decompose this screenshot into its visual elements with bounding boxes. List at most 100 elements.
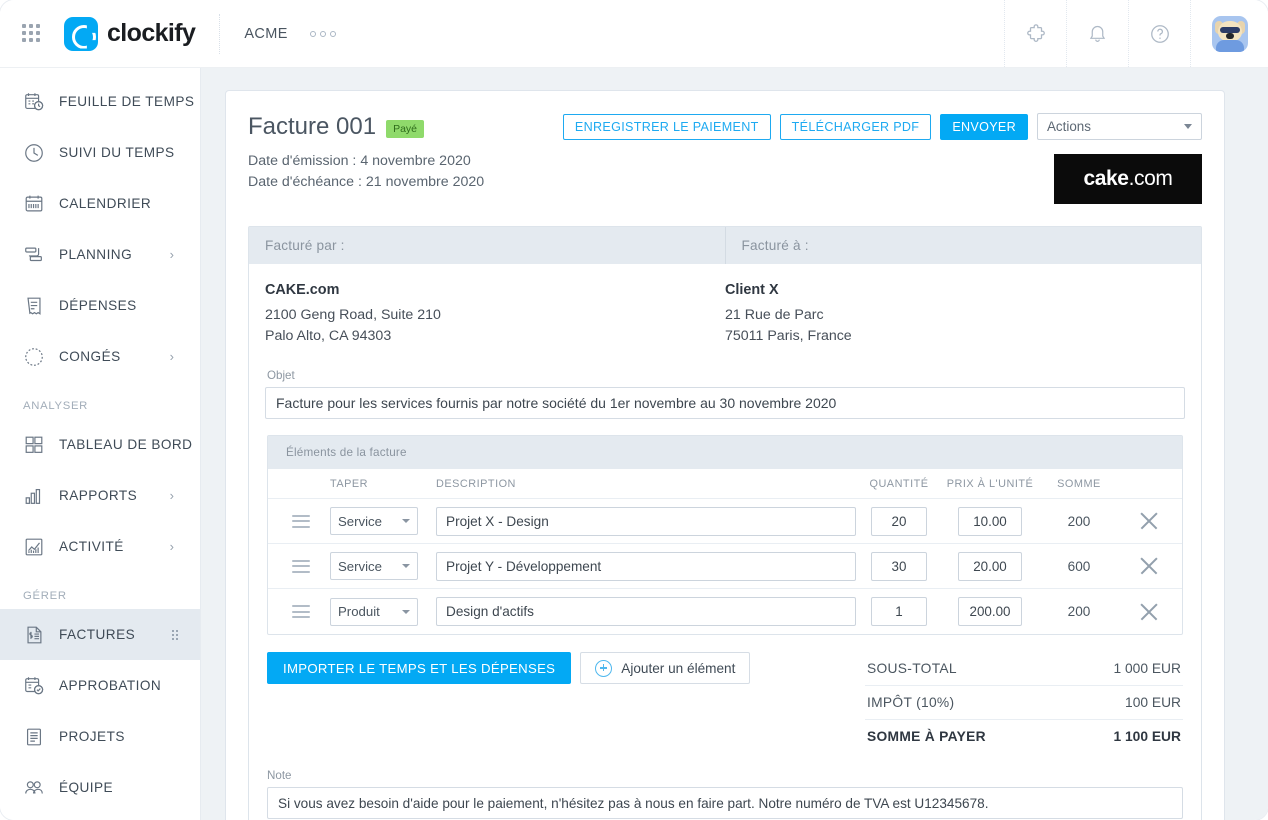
sidebar-item-label: APPROBATION (59, 678, 161, 693)
top-bar: clockify ACME (0, 0, 1268, 68)
billed-to-line2: 75011 Paris, France (725, 326, 1185, 347)
row-type-select[interactable]: Service (330, 552, 418, 580)
approval-icon (23, 675, 45, 697)
user-avatar (1212, 16, 1248, 52)
download-pdf-button[interactable]: TÉLÉCHARGER PDF (780, 114, 932, 140)
row-amount: 600 (1038, 559, 1120, 574)
clockify-logo-mark (64, 17, 98, 51)
sidebar-item-feuille-de-temps[interactable]: FEUILLE DE TEMPS (0, 76, 200, 127)
sidebar-item-label: RAPPORTS (59, 488, 137, 503)
puzzle-icon[interactable] (1004, 0, 1066, 67)
row-type-select[interactable]: Produit (330, 598, 418, 626)
billed-to-line1: 21 Rue de Parc (725, 305, 1185, 326)
subtotal-value: 1 000 EUR (1114, 661, 1182, 676)
billed-by-block[interactable]: CAKE.com 2100 Geng Road, Suite 210 Palo … (265, 282, 725, 347)
row-drag-handle-icon[interactable] (292, 515, 310, 528)
row-unit-price-input[interactable]: 200.00 (958, 597, 1022, 626)
import-time-expenses-button[interactable]: IMPORTER LE TEMPS ET LES DÉPENSES (267, 652, 571, 684)
sidebar-item-activite[interactable]: ACTIVITÉ › (0, 521, 200, 572)
invoice-totals: SOUS-TOTAL 1 000 EUR IMPÔT (10%) 100 EUR… (865, 652, 1183, 753)
row-quantity-input[interactable]: 30 (871, 552, 927, 581)
items-table-title: Éléments de la facture (268, 436, 1182, 469)
row-delete-icon[interactable] (1138, 601, 1160, 623)
billed-to-block[interactable]: Client X 21 Rue de Parc 75011 Paris, Fra… (725, 282, 1185, 347)
row-delete-icon[interactable] (1138, 555, 1160, 577)
billed-to-name: Client X (725, 282, 1185, 298)
sidebar-section-gerer: GÉRER (0, 590, 200, 602)
row-unit-price-input[interactable]: 20.00 (958, 552, 1022, 581)
workspace-name[interactable]: ACME (244, 26, 288, 42)
page-title: Facture 001 (248, 113, 376, 141)
table-row: Produit Design d'actifs 1 200.00 200 (268, 589, 1182, 634)
add-item-label: Ajouter un élément (621, 661, 735, 676)
row-drag-handle-icon[interactable] (292, 605, 310, 618)
sidebar-item-calendrier[interactable]: CALENDRIER (0, 178, 200, 229)
sidebar-item-label: ACTIVITÉ (59, 539, 124, 554)
add-item-button[interactable]: Ajouter un élément (580, 652, 750, 684)
actions-dropdown[interactable]: Actions (1037, 113, 1202, 140)
main-content: Facture 001 Payé Date d'émission : 4 nov… (201, 68, 1268, 820)
grid-apps-icon[interactable] (22, 24, 42, 44)
invoice-card: Facture 001 Payé Date d'émission : 4 nov… (225, 90, 1225, 820)
invoice-header: Facture 001 Payé Date d'émission : 4 nov… (248, 113, 1202, 204)
row-quantity-input[interactable]: 20 (871, 507, 927, 536)
invoice-items-table: Éléments de la facture TAPER DESCRIPTION… (267, 435, 1183, 635)
sidebar-item-planning[interactable]: PLANNING › (0, 229, 200, 280)
sidebar-item-projets[interactable]: PROJETS (0, 711, 200, 762)
plus-circle-icon (595, 660, 612, 677)
topbar-divider (219, 14, 220, 54)
column-header-type: TAPER (330, 478, 426, 490)
row-type-select[interactable]: Service (330, 507, 418, 535)
record-payment-button[interactable]: ENREGISTRER LE PAIEMENT (563, 114, 771, 140)
sidebar-item-tableau-de-bord[interactable]: TABLEAU DE BORD (0, 419, 200, 470)
chevron-down-icon (1184, 124, 1192, 129)
chevron-down-icon (402, 519, 410, 523)
row-description-input[interactable]: Projet X - Design (436, 507, 856, 536)
avatar[interactable] (1190, 0, 1268, 67)
more-dots-icon[interactable] (310, 31, 336, 37)
sidebar-item-depenses[interactable]: DÉPENSES (0, 280, 200, 331)
clockify-logo[interactable]: clockify (64, 17, 195, 51)
sidebar-item-label: FEUILLE DE TEMPS (59, 94, 194, 109)
sidebar: FEUILLE DE TEMPS SUIVI DU TEMPS CALENDRI… (0, 68, 201, 820)
amount-due-value: 1 100 EUR (1114, 729, 1182, 744)
sidebar-item-suivi-du-temps[interactable]: SUIVI DU TEMPS (0, 127, 200, 178)
row-unit-price-input[interactable]: 10.00 (958, 507, 1022, 536)
row-delete-icon[interactable] (1138, 510, 1160, 532)
subject-input[interactable]: Facture pour les services fournis par no… (265, 387, 1185, 419)
billed-by-header: Facturé par : (249, 227, 726, 264)
sidebar-item-label: DÉPENSES (59, 298, 137, 313)
billed-to-header: Facturé à : (726, 227, 1202, 264)
drag-handle-icon[interactable] (172, 630, 178, 640)
dashboard-icon (23, 434, 45, 456)
chevron-right-icon: › (170, 540, 174, 553)
sidebar-item-label: ÉQUIPE (59, 780, 113, 795)
send-button[interactable]: ENVOYER (940, 114, 1028, 140)
billed-by-name: CAKE.com (265, 282, 725, 298)
invoice-header-left: Facture 001 Payé Date d'émission : 4 nov… (248, 113, 484, 193)
table-row: Service Projet Y - Développement 30 20.0… (268, 544, 1182, 589)
row-description-input[interactable]: Projet Y - Développement (436, 552, 856, 581)
sidebar-item-rapports[interactable]: RAPPORTS › (0, 470, 200, 521)
sidebar-item-label: PLANNING (59, 247, 132, 262)
chevron-down-icon (402, 610, 410, 614)
column-header-quantity: QUANTITÉ (856, 478, 942, 490)
row-description-input[interactable]: Design d'actifs (436, 597, 856, 626)
bell-icon[interactable] (1066, 0, 1128, 67)
row-quantity-input[interactable]: 1 (871, 597, 927, 626)
help-icon[interactable] (1128, 0, 1190, 67)
amount-due-row: SOMME À PAYER 1 100 EUR (865, 720, 1183, 753)
row-type-value: Produit (338, 604, 380, 619)
topbar-right-icons (1004, 0, 1268, 67)
note-input[interactable]: Si vous avez besoin d'aide pour le paiem… (267, 787, 1183, 819)
sidebar-item-equipe[interactable]: ÉQUIPE (0, 762, 200, 813)
tax-value: 100 EUR (1125, 695, 1181, 710)
sidebar-item-approbation[interactable]: APPROBATION (0, 660, 200, 711)
sidebar-item-conges[interactable]: CONGÉS › (0, 331, 200, 382)
row-drag-handle-icon[interactable] (292, 560, 310, 573)
tax-row: IMPÔT (10%) 100 EUR (865, 686, 1183, 720)
billed-by-line1: 2100 Geng Road, Suite 210 (265, 305, 725, 326)
schedule-icon (23, 244, 45, 266)
invoice-header-right: ENREGISTRER LE PAIEMENT TÉLÉCHARGER PDF … (563, 113, 1202, 204)
sidebar-item-factures[interactable]: FACTURES (0, 609, 200, 660)
